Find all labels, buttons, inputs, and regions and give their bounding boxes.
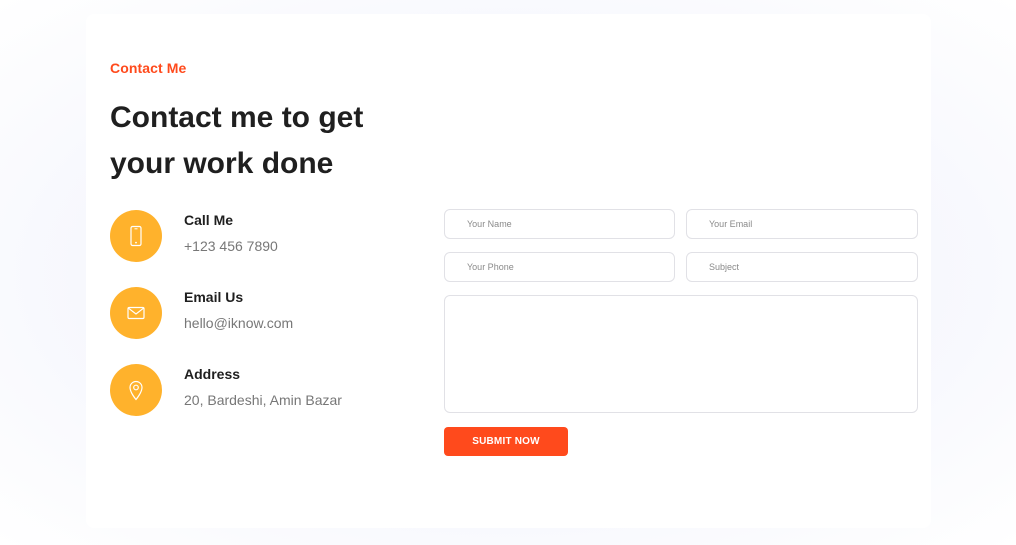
email-input[interactable]	[686, 209, 918, 239]
contact-label-address: Address	[184, 366, 241, 382]
name-input[interactable]	[444, 209, 675, 239]
contact-label-email: Email Us	[184, 289, 244, 305]
contact-item-phone: Call Me +123 456 7890	[110, 210, 410, 262]
contact-value-address: 20, Bardeshi, Amin Bazar	[184, 392, 342, 408]
contact-value-email: hello@iknow.com	[184, 315, 294, 331]
contact-item-email: Email Us hello@iknow.com	[110, 287, 410, 339]
section-headline: Contact me to get your work done	[110, 101, 364, 180]
map-pin-icon-circle	[110, 364, 162, 416]
submit-button[interactable]: SUBMIT NOW	[444, 427, 568, 456]
phone-input[interactable]	[444, 252, 675, 282]
contact-item-address: Address 20, Bardeshi, Amin Bazar	[110, 364, 410, 416]
phone-icon-circle	[110, 210, 162, 262]
contact-label-phone: Call Me	[184, 212, 234, 228]
map-pin-icon	[129, 380, 143, 401]
mail-icon-circle	[110, 287, 162, 339]
subject-input[interactable]	[686, 252, 918, 282]
phone-icon	[130, 225, 142, 247]
message-textarea[interactable]	[444, 295, 918, 413]
section-eyebrow: Contact Me	[110, 60, 187, 76]
contact-value-phone: +123 456 7890	[184, 238, 278, 254]
page-background: Contact Me Contact me to get your work d…	[0, 0, 1016, 545]
mail-icon	[127, 306, 145, 320]
